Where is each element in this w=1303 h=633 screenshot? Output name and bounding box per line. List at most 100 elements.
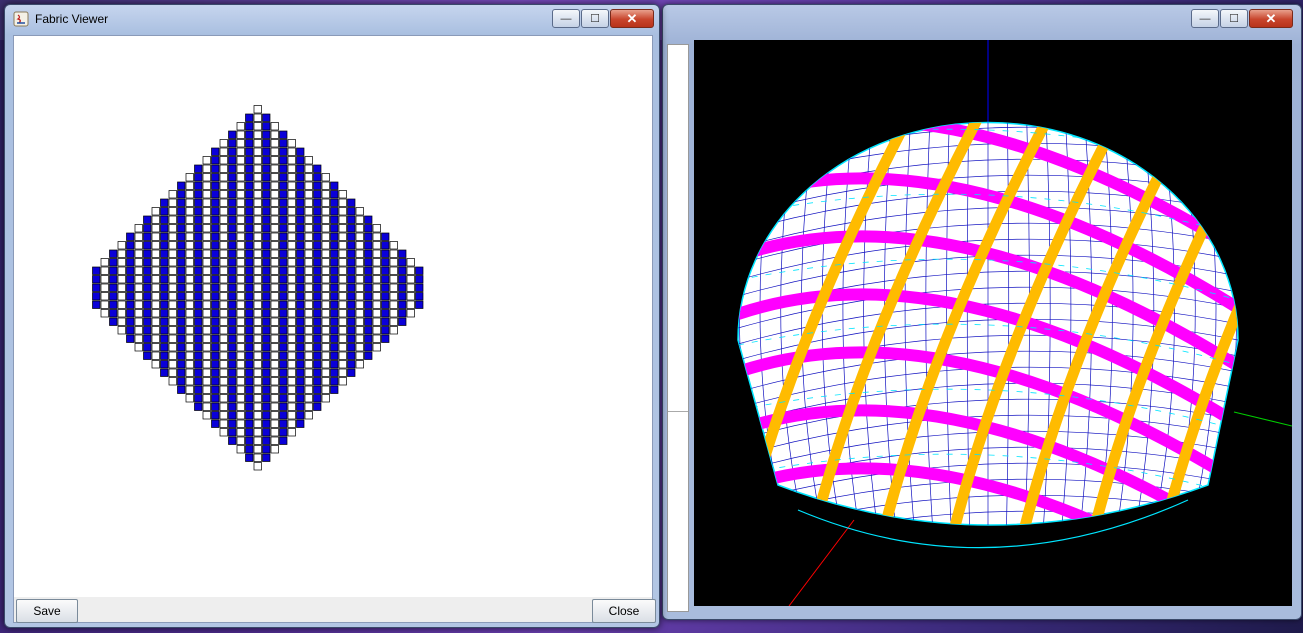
weft-cell (253, 215, 262, 224)
weft-cell (219, 402, 228, 411)
weft-cell (219, 258, 228, 267)
weft-cell (355, 275, 364, 284)
weft-cell (270, 266, 279, 275)
warp-cell (279, 385, 288, 394)
weft-cell (406, 300, 415, 309)
weft-cell (168, 334, 177, 343)
weft-cell (304, 292, 313, 301)
warp-cell (279, 368, 288, 377)
weft-cell (202, 275, 211, 284)
weft-cell (236, 411, 245, 420)
warp-cell (143, 351, 152, 360)
weft-cell (253, 394, 262, 403)
weft-cell (219, 428, 228, 437)
warp-cell (177, 249, 186, 258)
warp-cell (347, 292, 356, 301)
weft-cell (321, 343, 330, 352)
close-dialog-button[interactable]: Close (592, 599, 656, 623)
weft-cell (202, 156, 211, 165)
weft-cell (372, 317, 381, 326)
warp-cell (313, 173, 322, 182)
render-canvas[interactable] (694, 40, 1293, 607)
weft-cell (253, 275, 262, 284)
warp-cell (228, 394, 237, 403)
warp-cell (279, 402, 288, 411)
weft-cell (338, 317, 347, 326)
minimize-button[interactable]: — (552, 9, 580, 28)
weft-cell (202, 173, 211, 182)
close-button[interactable]: ✕ (610, 9, 654, 28)
panel-divider (668, 411, 688, 412)
warp-cell (279, 300, 288, 309)
weft-cell (219, 292, 228, 301)
warp-cell (211, 411, 220, 420)
warp-cell (330, 360, 339, 369)
weft-cell (168, 300, 177, 309)
weft-cell (219, 317, 228, 326)
warp-cell (126, 317, 135, 326)
warp-cell (279, 232, 288, 241)
weft-cell (134, 241, 143, 250)
warp-cell (279, 436, 288, 445)
warp-cell (313, 377, 322, 386)
warp-cell (177, 275, 186, 284)
weft-cell (287, 241, 296, 250)
warp-cell (245, 411, 254, 420)
warp-cell (228, 190, 237, 199)
warp-cell (194, 190, 203, 199)
weft-cell (219, 275, 228, 284)
weft-cell (321, 173, 330, 182)
warp-cell (177, 343, 186, 352)
warp-cell (245, 377, 254, 386)
weft-cell (219, 207, 228, 216)
warp-cell (262, 241, 271, 250)
warp-cell (347, 249, 356, 258)
warp-cell (245, 402, 254, 411)
weft-cell (236, 428, 245, 437)
weft-cell (355, 360, 364, 369)
weft-cell (151, 334, 160, 343)
weft-cell (236, 275, 245, 284)
minimize-button[interactable]: — (1191, 9, 1219, 28)
warp-cell (211, 394, 220, 403)
dome-render (737, 40, 1293, 607)
close-button[interactable]: ✕ (1249, 9, 1293, 28)
weft-cell (236, 249, 245, 258)
warp-cell (194, 309, 203, 318)
warp-cell (364, 275, 373, 284)
title-bar[interactable]: Fabric Viewer — ☐ ✕ (5, 5, 659, 33)
weft-cell (151, 300, 160, 309)
warp-cell (313, 326, 322, 335)
warp-cell (194, 351, 203, 360)
warp-cell (313, 317, 322, 326)
weft-cell (253, 453, 262, 462)
warp-cell (262, 164, 271, 173)
weft-cell (287, 181, 296, 190)
weft-cell (270, 436, 279, 445)
warp-cell (262, 190, 271, 199)
weft-cell (236, 300, 245, 309)
weft-cell (168, 377, 177, 386)
weft-cell (134, 317, 143, 326)
save-button[interactable]: Save (16, 599, 78, 623)
weft-cell (372, 241, 381, 250)
weft-cell (151, 232, 160, 241)
weft-cell (202, 215, 211, 224)
warp-cell (330, 258, 339, 267)
weft-cell (304, 283, 313, 292)
warp-cell (415, 300, 424, 309)
warp-cell (262, 113, 271, 122)
weft-cell (287, 394, 296, 403)
maximize-button[interactable]: ☐ (581, 9, 609, 28)
weft-cell (253, 368, 262, 377)
warp-cell (211, 249, 220, 258)
warp-cell (313, 385, 322, 394)
weft-cell (270, 368, 279, 377)
weft-cell (304, 249, 313, 258)
weft-cell (287, 173, 296, 182)
weft-cell (406, 275, 415, 284)
weft-cell (202, 343, 211, 352)
weft-cell (270, 224, 279, 233)
warp-cell (211, 326, 220, 335)
maximize-button[interactable]: ☐ (1220, 9, 1248, 28)
